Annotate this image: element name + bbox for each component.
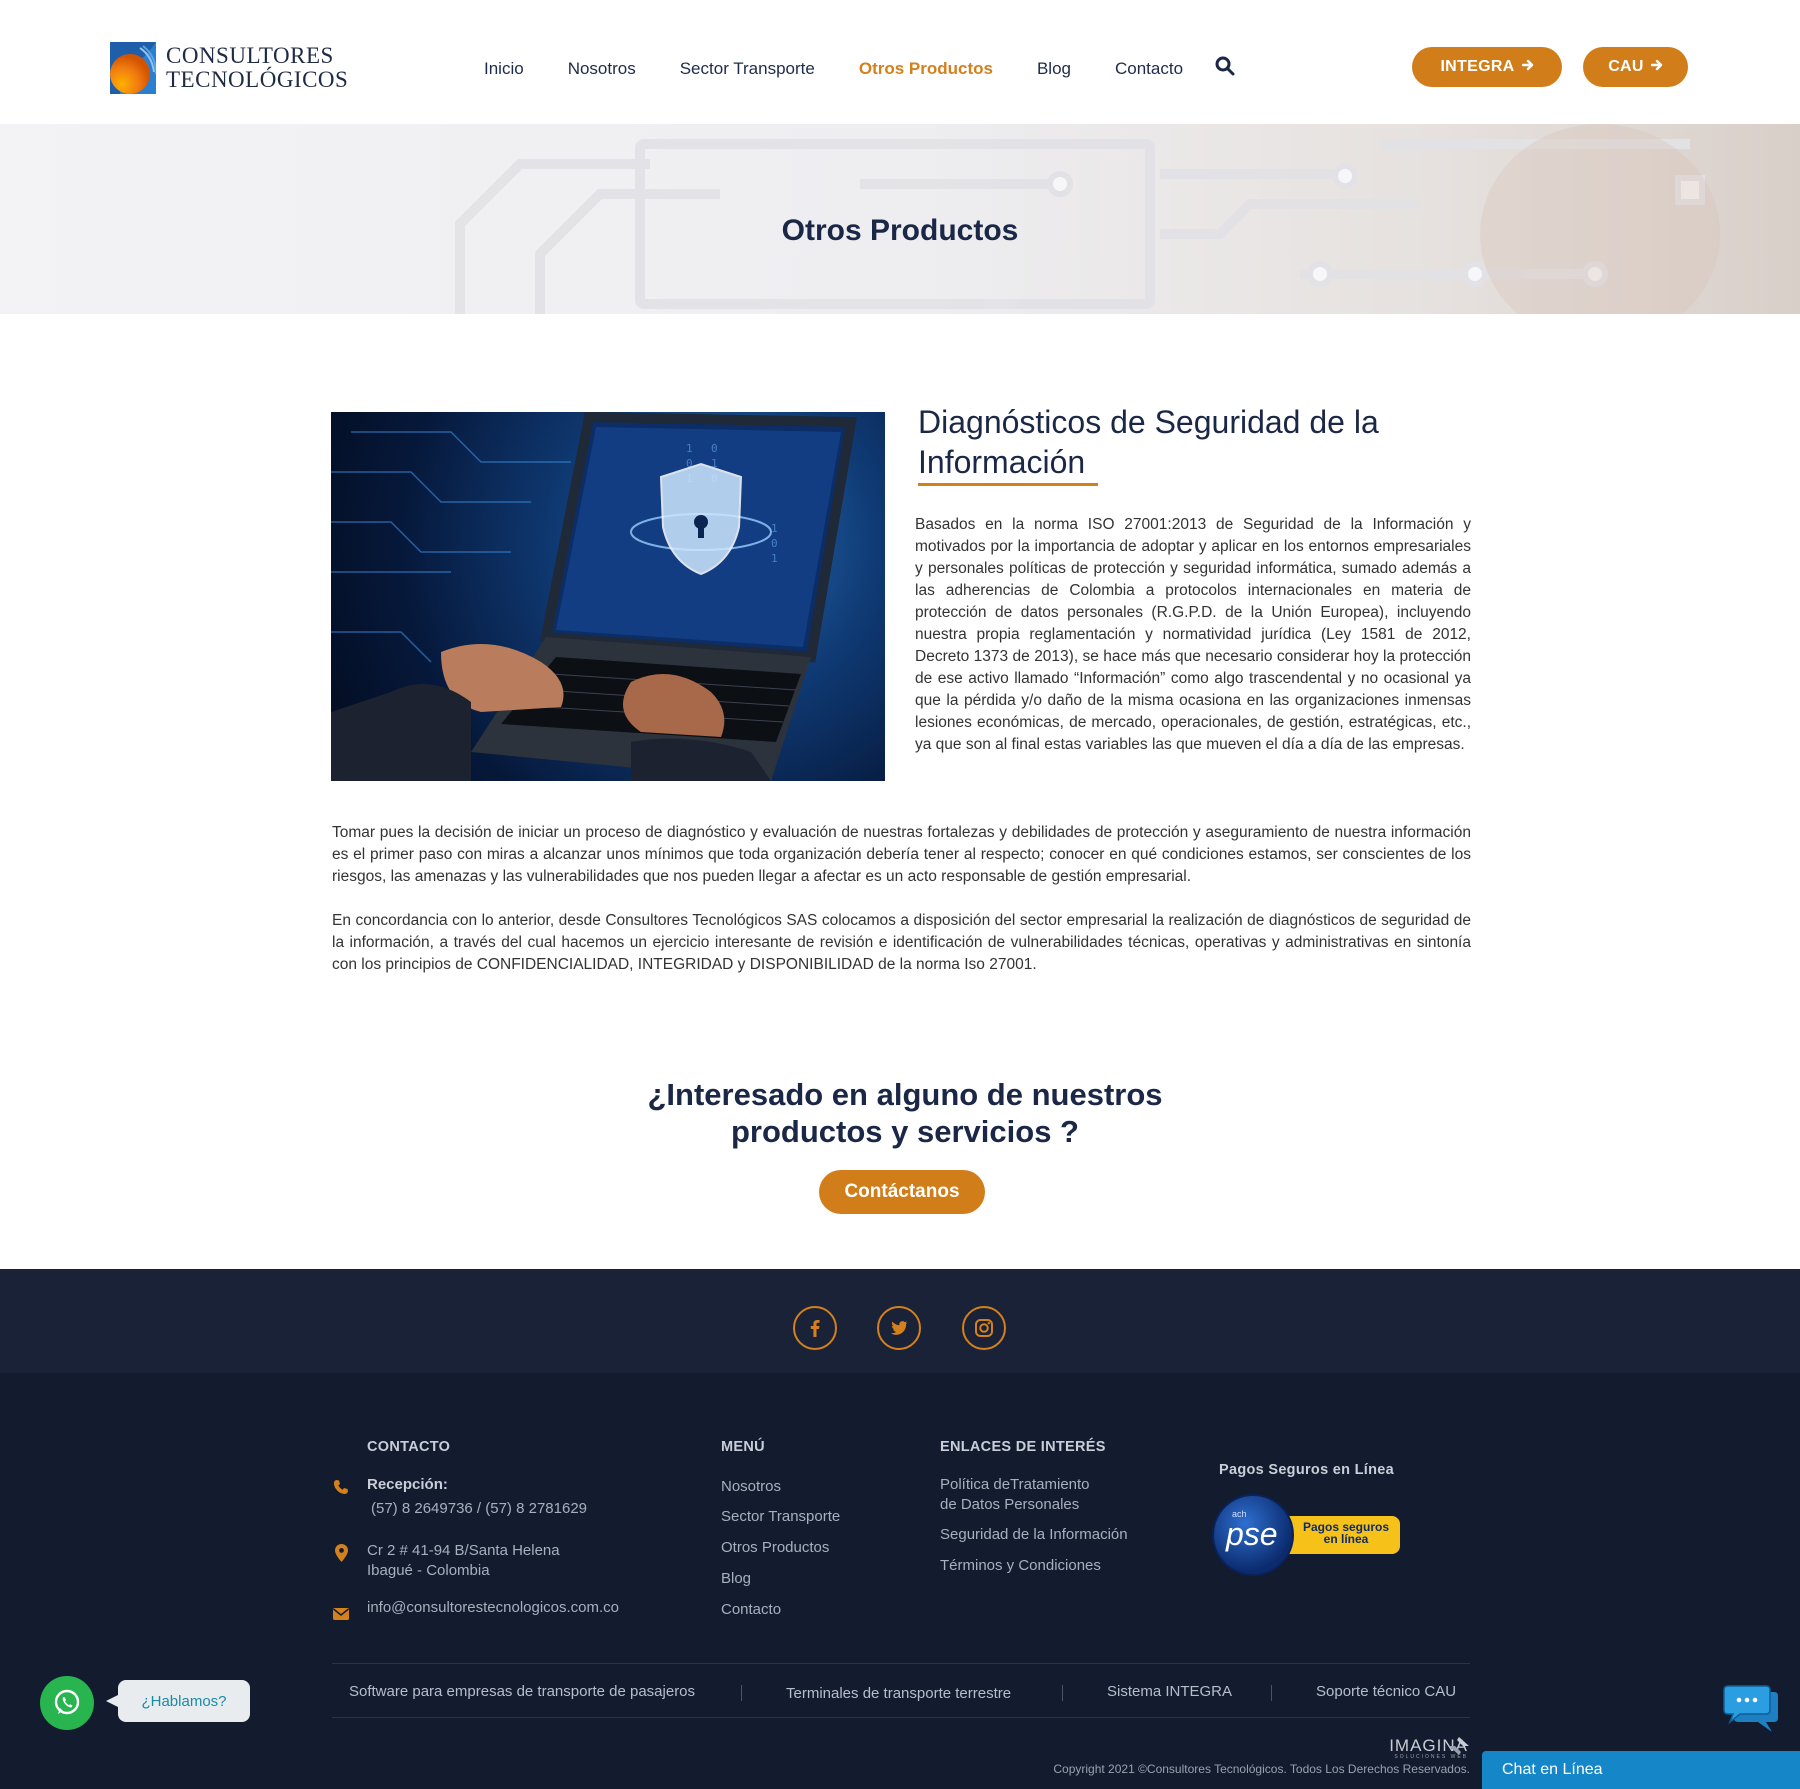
footer-menu-otros-productos[interactable]: Otros Productos — [721, 1538, 829, 1558]
intro-paragraph: Basados en la norma ISO 27001:2013 de Se… — [915, 516, 1471, 753]
integra-button-label: INTEGRA — [1440, 58, 1515, 75]
logo-mark-icon — [110, 42, 157, 94]
facebook-icon[interactable] — [793, 1306, 837, 1350]
nav-inicio[interactable]: Inicio — [484, 59, 524, 79]
page-banner: Otros Productos — [0, 124, 1800, 314]
whatsapp-button[interactable] — [40, 1676, 94, 1730]
site-footer — [0, 1373, 1800, 1789]
nav-otros-productos[interactable]: Otros Productos — [859, 59, 993, 79]
footer-divider-top — [332, 1663, 1470, 1664]
pse-tag-line-2: en línea — [1323, 1532, 1369, 1546]
footer-link-terms[interactable]: Términos y Condiciones — [940, 1556, 1101, 1576]
logo-line-1: CONSULTORES — [166, 43, 334, 68]
footer-menu-contacto[interactable]: Contacto — [721, 1600, 781, 1620]
body-paragraph-1: Tomar pues la decisión de iniciar un pro… — [332, 824, 1471, 885]
cta-line-2: productos y servicios ? — [731, 1114, 1079, 1149]
svg-text:0: 0 — [711, 442, 718, 455]
bottom-link-integra[interactable]: Sistema INTEGRA — [1107, 1683, 1232, 1700]
whatsapp-icon — [54, 1689, 80, 1715]
arrow-right-icon — [1650, 58, 1663, 76]
address-line-2: Ibagué - Colombia — [367, 1562, 490, 1579]
pse-tag-text: Pagos seguros en línea — [1296, 1521, 1396, 1545]
phone-icon — [333, 1479, 349, 1500]
address-line-1: Cr 2 # 41-94 B/Santa Helena — [367, 1542, 560, 1559]
footer-link-security[interactable]: Seguridad de la Información — [940, 1525, 1128, 1545]
cau-button[interactable]: CAU — [1583, 47, 1688, 87]
bottom-separator — [1062, 1685, 1063, 1701]
nav-nosotros[interactable]: Nosotros — [568, 59, 636, 79]
nav-contacto[interactable]: Contacto — [1115, 59, 1183, 79]
contact-button[interactable]: Contáctanos — [819, 1170, 985, 1214]
nav-blog[interactable]: Blog — [1037, 59, 1071, 79]
laptop-security-shield-image: 101 010 101 — [331, 412, 885, 781]
integra-button[interactable]: INTEGRA — [1412, 47, 1562, 87]
cta-line-1: ¿Interesado en alguno de nuestros — [647, 1077, 1163, 1112]
bottom-link-software[interactable]: Software para empresas de transporte de … — [349, 1683, 695, 1700]
page-title: Otros Productos — [781, 214, 1019, 247]
arrow-right-icon — [1521, 58, 1534, 76]
bottom-link-cau[interactable]: Soporte técnico CAU — [1316, 1683, 1456, 1700]
chat-bubble-icon[interactable] — [1722, 1684, 1780, 1734]
cta-title: ¿Interesado en alguno de nuestros produc… — [0, 1076, 1800, 1150]
footer-contact-heading: CONTACTO — [367, 1439, 451, 1455]
data-policy-line-1: Política deTratamiento — [940, 1476, 1090, 1493]
envelope-icon — [333, 1607, 349, 1625]
bottom-separator — [741, 1685, 742, 1701]
logo-line-2: TECNOLÓGICOS — [166, 67, 349, 92]
svg-text:1: 1 — [771, 522, 778, 535]
main-nav: Inicio Nosotros Sector Transporte Otros … — [484, 56, 1235, 81]
reception-label: Recepción: — [367, 1476, 448, 1493]
instagram-icon[interactable] — [962, 1306, 1006, 1350]
site-header: CONSULTORES TECNOLÓGICOS Inicio Nosotros… — [0, 0, 1800, 124]
footer-menu-nosotros[interactable]: Nosotros — [721, 1477, 781, 1497]
section-title: Diagnósticos de Seguridad de la Informac… — [918, 404, 1379, 480]
footer-menu-sector-transporte[interactable]: Sector Transporte — [721, 1507, 840, 1527]
twitter-icon[interactable] — [877, 1306, 921, 1350]
title-underline — [918, 483, 1098, 486]
footer-links-heading: ENLACES DE INTERÉS — [940, 1439, 1106, 1455]
cau-button-label: CAU — [1608, 58, 1644, 75]
data-policy-line-2: de Datos Personales — [940, 1496, 1080, 1513]
bottom-separator — [1271, 1685, 1272, 1701]
footer-menu-heading: MENÚ — [721, 1439, 765, 1455]
pse-logo-text: pse — [1226, 1516, 1278, 1552]
footer-menu-blog[interactable]: Blog — [721, 1569, 751, 1589]
svg-text:0: 0 — [771, 537, 778, 550]
pse-logo-circle: ach pse — [1212, 1494, 1294, 1576]
footer-payments-heading: Pagos Seguros en Línea — [1219, 1462, 1395, 1478]
body-paragraph-2: En concordancia con lo anterior, desde C… — [332, 912, 1471, 973]
company-logo[interactable]: CONSULTORES TECNOLÓGICOS — [110, 42, 348, 94]
footer-divider-bottom — [332, 1717, 1470, 1718]
svg-text:1: 1 — [771, 552, 778, 565]
pse-payment-badge[interactable]: Pagos seguros en línea ach pse — [1212, 1494, 1402, 1576]
copyright-text: Copyright 2021 ©Consultores Tecnológicos… — [1053, 1762, 1470, 1776]
whatsapp-bubble[interactable]: ¿Hablamos? — [106, 1680, 250, 1722]
footer-link-data-policy[interactable]: Política deTratamiento de Datos Personal… — [940, 1475, 1090, 1515]
bottom-link-terminales[interactable]: Terminales de transporte terrestre — [786, 1685, 1011, 1702]
imagina-mark-icon — [1449, 1737, 1469, 1760]
nav-sector-transporte[interactable]: Sector Transporte — [680, 59, 815, 79]
chat-online-bar[interactable]: Chat en Línea — [1482, 1751, 1800, 1789]
location-pin-icon — [335, 1544, 348, 1567]
svg-text:1: 1 — [686, 442, 693, 455]
search-icon[interactable] — [1215, 56, 1235, 81]
reception-phones[interactable]: (57) 8 2649736 / (57) 8 2781629 — [371, 1499, 587, 1519]
contact-email[interactable]: info@consultorestecnologicos.com.co — [367, 1598, 619, 1618]
